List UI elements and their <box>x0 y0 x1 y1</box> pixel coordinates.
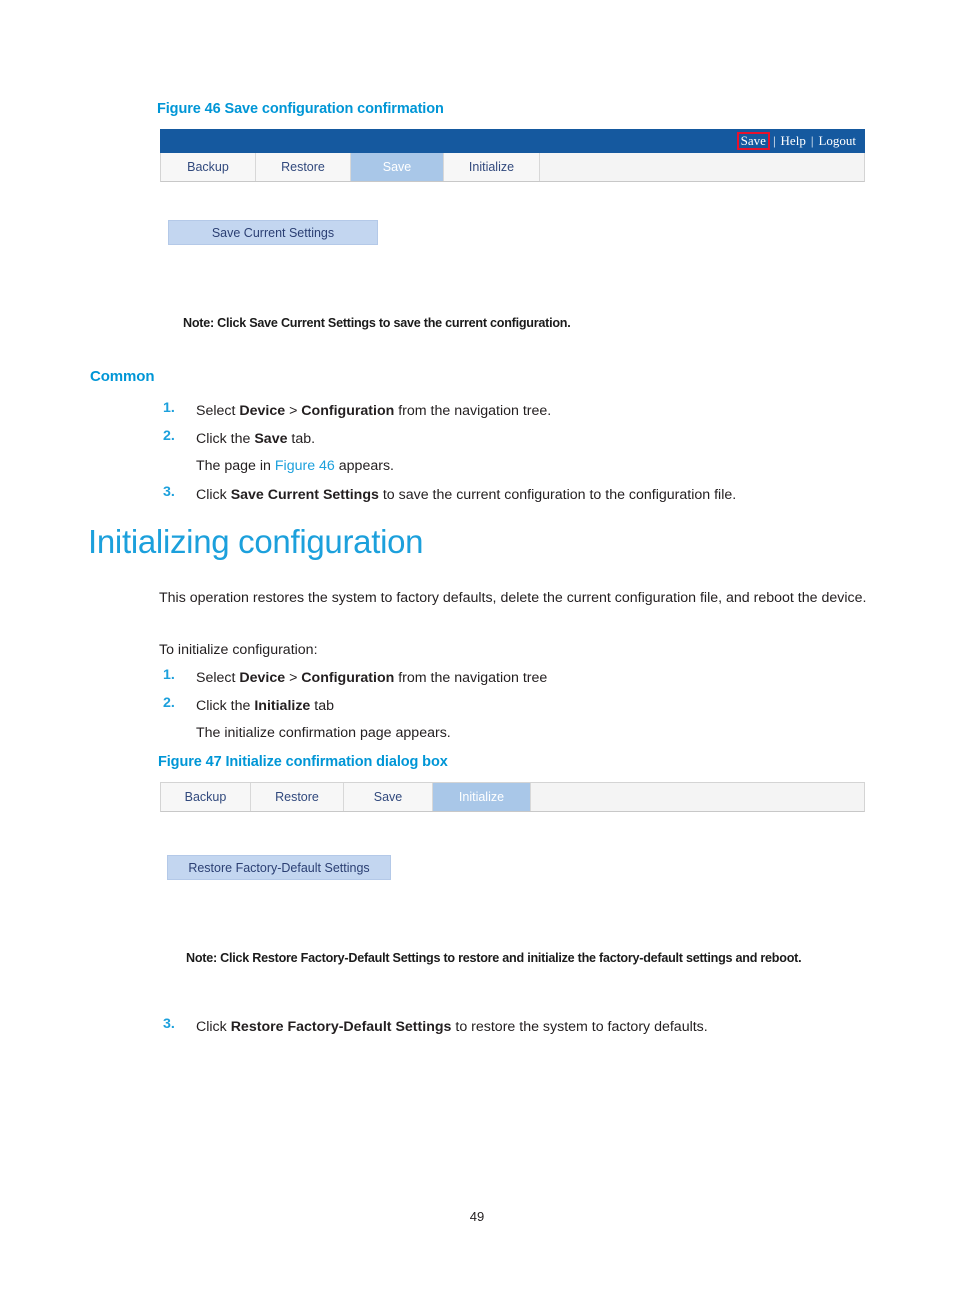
init-step-text-tail2: to restore the system to factory default… <box>451 1019 708 1035</box>
init-step-3-number: 3. <box>163 1016 175 1032</box>
tab-bar-filler-2 <box>531 783 864 811</box>
figure-46-caption: Figure 46 Save configuration confirmatio… <box>157 101 444 117</box>
ui-titlebar-links: Save | Help | Logout <box>736 132 859 150</box>
link-separator-2: | <box>810 133 814 148</box>
tab-initialize-2[interactable]: Initialize <box>433 783 531 811</box>
init-step-text-select: Select <box>196 670 240 686</box>
step-text-configuration: Configuration <box>301 403 395 419</box>
init-step-text-initialize: Initialize <box>254 698 311 714</box>
step-text-click: Click the <box>196 431 255 447</box>
init-step-text-click: Click the <box>196 698 255 714</box>
substep-suffix: appears. <box>334 458 394 474</box>
step-text-tail: from the navigation tree. <box>394 403 552 419</box>
init-step-2: Click the Initialize tab <box>196 695 334 717</box>
figure-46-crossref[interactable]: Figure 46 <box>275 458 335 474</box>
common-heading: Common <box>90 368 155 385</box>
figure-47-note: Note: Click Restore Factory-Default Sett… <box>186 951 802 965</box>
step-text-gt: > <box>285 403 302 419</box>
save-link-highlighted[interactable]: Save <box>736 132 770 150</box>
init-step-text-tail: from the navigation tree <box>394 670 548 686</box>
page-title: Initializing configuration <box>88 523 424 560</box>
init-step-3: Click Restore Factory-Default Settings t… <box>196 1016 708 1038</box>
step-text-tab: tab. <box>287 431 316 447</box>
link-separator-1: | <box>772 133 776 148</box>
figure-46-note: Note: Click Save Current Settings to sav… <box>183 316 571 330</box>
common-step-2: Click the Save tab. <box>196 428 315 450</box>
common-step-2-number: 2. <box>163 428 175 444</box>
tab-restore-2[interactable]: Restore <box>251 783 344 811</box>
tab-restore[interactable]: Restore <box>256 153 351 181</box>
step-text-tail2: to save the current configuration to the… <box>378 487 737 503</box>
tab-save-2[interactable]: Save <box>344 783 433 811</box>
init-step-2-number: 2. <box>163 695 175 711</box>
tab-backup-2[interactable]: Backup <box>161 783 251 811</box>
init-step-text-click2: Click <box>196 1019 231 1035</box>
tab-initialize[interactable]: Initialize <box>444 153 540 181</box>
init-substep: The initialize confirmation page appears… <box>196 725 451 741</box>
init-step-1-number: 1. <box>163 667 175 683</box>
step-text-select: Select <box>196 403 240 419</box>
init-step-1: Select Device > Configuration from the n… <box>196 667 547 689</box>
tab-save[interactable]: Save <box>351 153 444 181</box>
common-step-1-number: 1. <box>163 400 175 416</box>
init-step-text-gt: > <box>285 670 302 686</box>
save-current-settings-button[interactable]: Save Current Settings <box>168 220 378 245</box>
init-step-text-tab: tab <box>310 698 334 714</box>
step-text-click2: Click <box>196 487 231 503</box>
step-text-save-tab: Save <box>254 431 288 447</box>
common-step-3-number: 3. <box>163 484 175 500</box>
page-number: 49 <box>469 1209 485 1224</box>
step-text-device: Device <box>239 403 286 419</box>
figure-47-screenshot: Backup Restore Save Initialize <box>160 782 865 812</box>
tab-backup[interactable]: Backup <box>161 153 256 181</box>
document-page: Figure 46 Save configuration confirmatio… <box>0 0 954 1296</box>
figure-46-tab-bar: Backup Restore Save Initialize <box>160 153 865 182</box>
init-step-text-configuration: Configuration <box>301 670 395 686</box>
initializing-intro: This operation restores the system to fa… <box>159 590 867 606</box>
figure-47-caption: Figure 47 Initialize confirmation dialog… <box>158 754 448 770</box>
figure-46-screenshot: Save | Help | Logout Backup Restore Save… <box>160 129 865 189</box>
substep-prefix: The page in <box>196 458 275 474</box>
logout-link[interactable]: Logout <box>815 133 859 149</box>
common-step-1: Select Device > Configuration from the n… <box>196 400 551 422</box>
init-step-text-device: Device <box>239 670 286 686</box>
help-link[interactable]: Help <box>778 133 809 149</box>
restore-factory-default-settings-button[interactable]: Restore Factory-Default Settings <box>167 855 391 880</box>
init-step-text-restore-factory: Restore Factory-Default Settings <box>230 1019 452 1035</box>
step-text-save-current-settings: Save Current Settings <box>230 487 379 503</box>
figure-47-tab-bar: Backup Restore Save Initialize <box>160 783 865 812</box>
common-substep: The page in Figure 46 appears. <box>196 455 394 477</box>
common-step-3: Click Save Current Settings to save the … <box>196 484 736 506</box>
initializing-lead-in: To initialize configuration: <box>159 642 318 658</box>
tab-bar-filler <box>540 153 864 181</box>
ui-titlebar-figure46: Save | Help | Logout <box>160 129 865 153</box>
